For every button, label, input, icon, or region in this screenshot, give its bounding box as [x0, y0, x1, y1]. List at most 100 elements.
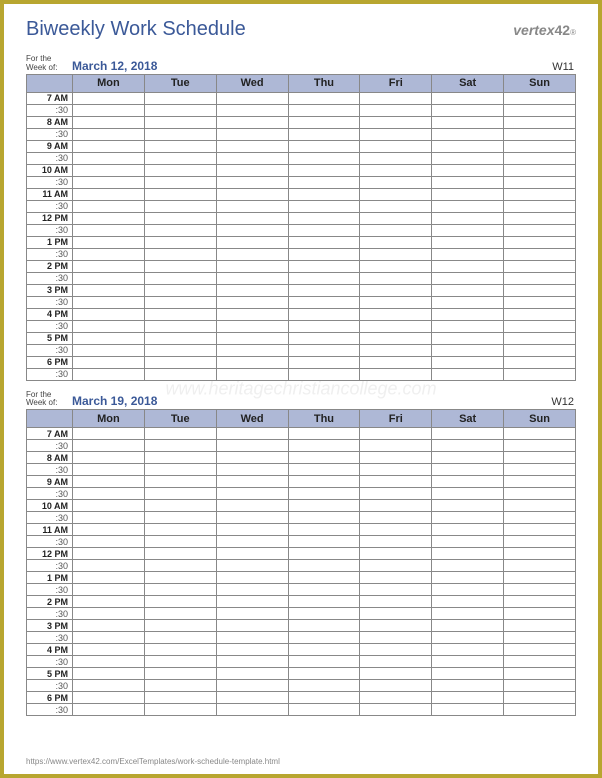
schedule-cell[interactable] [288, 428, 360, 440]
schedule-cell[interactable] [144, 236, 216, 248]
schedule-cell[interactable] [216, 680, 288, 692]
schedule-cell[interactable] [73, 284, 145, 296]
schedule-cell[interactable] [216, 632, 288, 644]
schedule-cell[interactable] [432, 512, 504, 524]
schedule-cell[interactable] [73, 596, 145, 608]
schedule-cell[interactable] [73, 92, 145, 104]
schedule-cell[interactable] [216, 524, 288, 536]
schedule-cell[interactable] [504, 248, 576, 260]
schedule-cell[interactable] [73, 668, 145, 680]
schedule-cell[interactable] [144, 536, 216, 548]
schedule-cell[interactable] [288, 164, 360, 176]
schedule-cell[interactable] [288, 500, 360, 512]
schedule-cell[interactable] [216, 536, 288, 548]
schedule-cell[interactable] [216, 152, 288, 164]
schedule-cell[interactable] [360, 632, 432, 644]
schedule-cell[interactable] [360, 248, 432, 260]
schedule-cell[interactable] [432, 200, 504, 212]
schedule-cell[interactable] [360, 272, 432, 284]
schedule-cell[interactable] [216, 104, 288, 116]
schedule-cell[interactable] [504, 236, 576, 248]
schedule-cell[interactable] [432, 104, 504, 116]
schedule-cell[interactable] [288, 596, 360, 608]
schedule-cell[interactable] [360, 476, 432, 488]
schedule-cell[interactable] [288, 344, 360, 356]
schedule-cell[interactable] [432, 356, 504, 368]
schedule-cell[interactable] [144, 140, 216, 152]
schedule-cell[interactable] [73, 476, 145, 488]
schedule-cell[interactable] [73, 104, 145, 116]
schedule-cell[interactable] [216, 272, 288, 284]
schedule-cell[interactable] [504, 632, 576, 644]
schedule-cell[interactable] [288, 524, 360, 536]
schedule-cell[interactable] [360, 224, 432, 236]
schedule-cell[interactable] [73, 428, 145, 440]
schedule-cell[interactable] [432, 656, 504, 668]
schedule-cell[interactable] [360, 608, 432, 620]
schedule-cell[interactable] [73, 644, 145, 656]
schedule-cell[interactable] [432, 164, 504, 176]
schedule-cell[interactable] [216, 140, 288, 152]
schedule-cell[interactable] [360, 704, 432, 716]
schedule-cell[interactable] [216, 284, 288, 296]
schedule-cell[interactable] [288, 632, 360, 644]
schedule-cell[interactable] [144, 332, 216, 344]
schedule-cell[interactable] [432, 704, 504, 716]
schedule-cell[interactable] [216, 236, 288, 248]
schedule-cell[interactable] [504, 116, 576, 128]
schedule-cell[interactable] [360, 104, 432, 116]
schedule-cell[interactable] [73, 224, 145, 236]
schedule-cell[interactable] [144, 500, 216, 512]
schedule-cell[interactable] [73, 164, 145, 176]
schedule-cell[interactable] [216, 644, 288, 656]
schedule-cell[interactable] [216, 332, 288, 344]
schedule-cell[interactable] [504, 524, 576, 536]
schedule-cell[interactable] [360, 524, 432, 536]
schedule-cell[interactable] [432, 572, 504, 584]
schedule-cell[interactable] [360, 284, 432, 296]
schedule-cell[interactable] [73, 200, 145, 212]
schedule-cell[interactable] [216, 692, 288, 704]
schedule-cell[interactable] [73, 452, 145, 464]
schedule-cell[interactable] [288, 512, 360, 524]
schedule-cell[interactable] [432, 176, 504, 188]
schedule-cell[interactable] [504, 548, 576, 560]
schedule-cell[interactable] [288, 368, 360, 380]
schedule-cell[interactable] [216, 308, 288, 320]
schedule-cell[interactable] [288, 584, 360, 596]
schedule-cell[interactable] [144, 128, 216, 140]
schedule-cell[interactable] [504, 644, 576, 656]
schedule-cell[interactable] [504, 140, 576, 152]
schedule-cell[interactable] [288, 560, 360, 572]
schedule-cell[interactable] [144, 512, 216, 524]
schedule-cell[interactable] [216, 356, 288, 368]
schedule-cell[interactable] [504, 356, 576, 368]
schedule-cell[interactable] [288, 308, 360, 320]
schedule-cell[interactable] [144, 308, 216, 320]
schedule-cell[interactable] [144, 632, 216, 644]
schedule-cell[interactable] [288, 440, 360, 452]
schedule-cell[interactable] [432, 428, 504, 440]
schedule-cell[interactable] [216, 440, 288, 452]
schedule-cell[interactable] [504, 464, 576, 476]
schedule-cell[interactable] [288, 104, 360, 116]
schedule-cell[interactable] [73, 632, 145, 644]
schedule-cell[interactable] [73, 368, 145, 380]
schedule-cell[interactable] [73, 656, 145, 668]
schedule-cell[interactable] [73, 332, 145, 344]
schedule-cell[interactable] [504, 536, 576, 548]
schedule-cell[interactable] [432, 92, 504, 104]
schedule-cell[interactable] [288, 176, 360, 188]
schedule-cell[interactable] [360, 548, 432, 560]
schedule-cell[interactable] [216, 320, 288, 332]
schedule-cell[interactable] [73, 536, 145, 548]
schedule-cell[interactable] [144, 284, 216, 296]
schedule-cell[interactable] [73, 440, 145, 452]
schedule-cell[interactable] [504, 440, 576, 452]
schedule-cell[interactable] [73, 584, 145, 596]
schedule-cell[interactable] [360, 332, 432, 344]
schedule-cell[interactable] [288, 152, 360, 164]
schedule-cell[interactable] [360, 356, 432, 368]
schedule-cell[interactable] [360, 512, 432, 524]
schedule-cell[interactable] [360, 176, 432, 188]
